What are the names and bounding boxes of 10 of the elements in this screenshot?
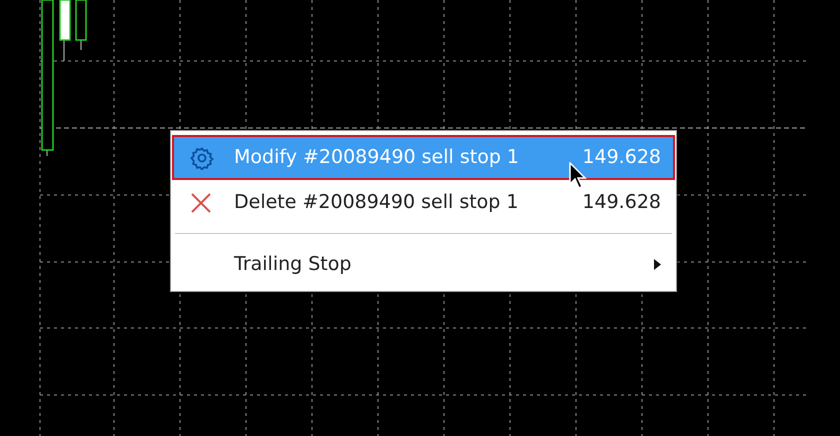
close-icon [190, 192, 212, 214]
submenu-arrow-icon [654, 259, 661, 270]
menu-item-label: Trailing Stop [234, 252, 352, 278]
gear-icon [190, 146, 214, 170]
mouse-cursor-icon [569, 162, 589, 190]
price-value: 149.628 [582, 145, 661, 170]
candlestick [59, 0, 71, 62]
price-value: 149.628 [582, 190, 661, 216]
menu-item-label: Delete #20089490 sell stop 1 [234, 190, 518, 216]
menu-item-label: Modify #20089490 sell stop 1 [234, 145, 520, 170]
